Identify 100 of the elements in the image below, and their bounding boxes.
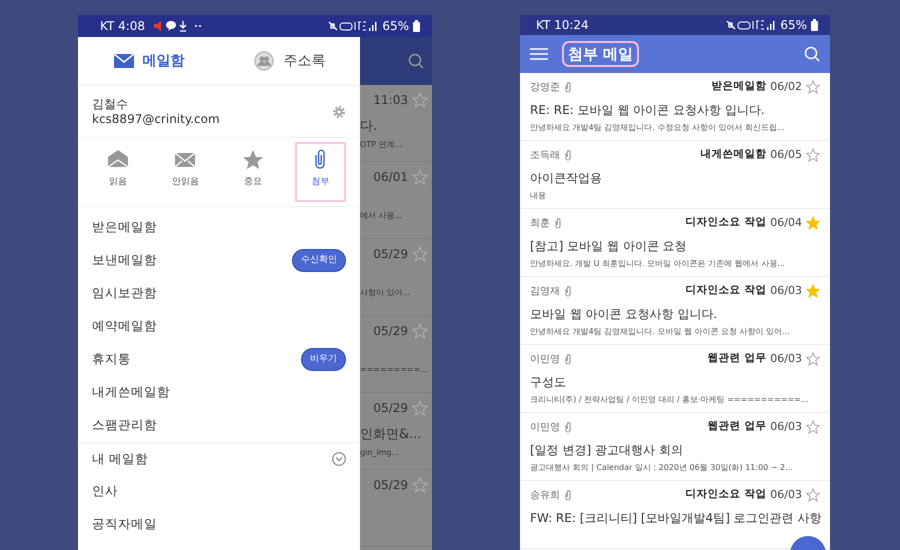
signal-status-icons [328,20,378,32]
mail-preview: 사항이 있어... [360,287,410,299]
mail-item[interactable]: 조득래 내게쓴메일함 06/05 아이큰작업용 내용 [520,141,830,209]
star-outline-icon[interactable] [806,488,820,502]
mail-folder: 내게쓴메일함 [700,147,766,162]
folder-item[interactable]: 스팸관리함 [92,416,157,435]
filter-button[interactable]: 첨부 [294,142,346,202]
folder-item[interactable]: 받은메일함 [92,218,157,237]
mail-sender: 이민영 [530,420,560,435]
mail-sender: 조득래 [530,148,560,163]
star-outline-icon[interactable] [412,169,428,185]
mail-date: 05/29 [373,323,408,340]
mail-folder: 웹관련 업무 [708,419,766,434]
battery-icon [413,20,420,32]
mail-subject: [일정 변경] 광고대행사 회의 [530,442,684,458]
star-outline-icon[interactable] [412,323,428,339]
folder-group[interactable]: 내 메일함 [92,450,148,468]
mail-sender: 김영재 [530,284,560,299]
mail-sender: 강영준 [530,80,560,95]
mail-preview: 안녕하세요. 개발 U 최훈입니다. 모바일 아이콘은 기존에 웹에서 사용... [530,258,786,269]
paperclip-icon [564,421,572,434]
star-outline-icon[interactable] [806,352,820,366]
envelope-icon [112,51,134,71]
star-outline-icon[interactable] [806,80,820,94]
account-email: kcs8897@crinity.com [92,112,220,126]
folder-action-button[interactable]: 수신확인 [292,248,346,272]
mail-subject: 모바일 웹 아이콘 요청사항 입니다. [530,306,718,322]
paperclip-icon [554,217,562,230]
mail-date: 06/03 [770,283,802,299]
mail-preview: 내용 [530,190,547,201]
account-name: 김철수 [92,97,129,112]
folder-item[interactable]: 예약메일함 [92,317,157,336]
filter-button[interactable]: 읽음 [92,142,144,202]
battery-percent: 65% [780,17,807,34]
mail-preview: 안녕하세요 개발4팀 김영재입니다. 모바일 웹 아이콘 요청 사항이 있어... [530,326,791,337]
folder-item[interactable]: 임시보관함 [92,284,157,303]
mail-item[interactable]: 최훈 디자인소요 작업 06/04 [참고] 모바일 웹 아이콘 요청 안녕하세요. 개발 U 최훈입니다. 모바일 아이콘은 기존에 웹에서 사용... [520,209,830,277]
filter-button[interactable]: 중요 [227,142,278,202]
paperclip-icon [564,489,572,502]
mail-folder: 디자인소요 작업 [686,215,766,230]
star-filled-icon[interactable] [806,284,820,298]
mail-date: 05/29 [373,400,408,417]
mail-item[interactable]: 이민영 웹관련 업무 06/03 [일정 변경] 광고대행사 회의 광고대행사 회의 | Calendar 일시 : 2020년 06월 30일(화) 11:00 ~ 2... [520,413,830,481]
mail-subject: [참고] 모바일 웹 아이콘 요청 [530,238,688,254]
mail-sender: 최훈 [530,216,550,231]
search-icon[interactable] [804,46,820,62]
search-icon[interactable] [408,53,424,69]
mail-date: 06/03 [770,419,802,435]
folder-item[interactable]: 휴지통 [92,350,131,369]
mail-folder: 디자인소요 작업 [686,487,766,502]
star-filled-icon[interactable] [806,216,820,230]
mail-folder: 받은메일함 [711,79,766,94]
folder-item[interactable]: 내게쓴메일함 [92,383,170,402]
star-outline-icon[interactable] [412,92,428,108]
drawer-tab[interactable]: 주소록 [219,37,360,85]
star-outline-icon[interactable] [412,400,428,416]
star-outline-icon[interactable] [806,420,820,434]
chevron-down-icon[interactable] [332,452,346,466]
folder-item[interactable]: 보낸메일함 [92,251,157,270]
mail-preview: 광고대행사 회의 | Calendar 일시 : 2020년 06월 30일(화) 11:00 ~ 2... [530,462,794,473]
mail-subject: 아이큰작업용 [530,170,603,186]
star-outline-icon[interactable] [412,246,428,262]
contacts-icon [254,51,276,71]
mail-sender: 이민영 [530,352,560,367]
filter-button[interactable]: 안읽음 [160,142,211,202]
mail-preview: 안녕하세요 개발4팀 김영재입니다. 수정요청 사항이 있어서 회신드립... [530,122,786,133]
mail-date: 06/02 [770,79,802,95]
mail-subject: RE: RE: 모바일 웹 아이콘 요청사항 입니다. [530,102,766,118]
mail-date: 06/03 [770,351,802,367]
paperclip-icon [564,81,572,94]
mail-date: 06/01 [373,169,408,186]
mail-folder: 웹관련 업무 [708,351,766,366]
screen-title: 첨부 메일 [562,40,640,68]
mail-subject: 구성도 [530,374,567,390]
mail-item[interactable]: 김영재 디자인소요 작업 06/03 모바일 웹 아이콘 요청사항 입니다. 안녕하세요 개발4팀 김영재입니다. 모바일 웹 아이콘 요청 사항이 있어... [520,277,830,345]
star-outline-icon[interactable] [806,148,820,162]
mail-preview: 크리니티(주) / 전략사업팀 / 이민영 대리 / 홍보·마케팅 ===========... [530,394,810,405]
mail-preview: OTP 연계... [360,138,402,150]
folder-item[interactable]: 공직자메일 [92,515,157,534]
mail-preview: gin_img... [360,446,400,458]
mail-item[interactable]: 이민영 웹관련 업무 06/03 구성도 크리니티(주) / 전략사업팀 / 이민영 대리 / 홍보·마케팅 ===========... [520,345,830,413]
mail-date: 05/29 [373,477,408,494]
drawer-tab[interactable]: 메일함 [78,37,219,85]
star-icon [240,148,265,170]
star-outline-icon[interactable] [412,477,428,493]
paperclip-icon [564,285,572,298]
menu-icon[interactable] [530,47,548,61]
status-time: KT 4:08 [100,18,146,35]
signal-status-icons [726,19,776,31]
battery-icon [811,19,818,31]
folder-item[interactable]: 인사 [92,482,118,501]
paperclip-icon [564,353,572,366]
settings-icon[interactable] [332,104,346,118]
mail-subject: FW: RE: [크리니티] [모바일개발4팀] 로그인관련 사항 [530,510,820,526]
mail-folder: 디자인소요 작업 [686,283,766,298]
mail-subject: 다. [360,118,378,136]
mail-date: 06/04 [770,215,802,231]
folder-action-button[interactable]: 비우기 [301,348,346,372]
mail-item[interactable]: 강영준 받은메일함 06/02 RE: RE: 모바일 웹 아이콘 요청사항 입니다. 안녕하세요 개발4팀 김영재입니다. 수정요청 사항이 있어서 회신드립... [520,73,830,141]
mail-subject: 인화면&... [360,426,422,444]
